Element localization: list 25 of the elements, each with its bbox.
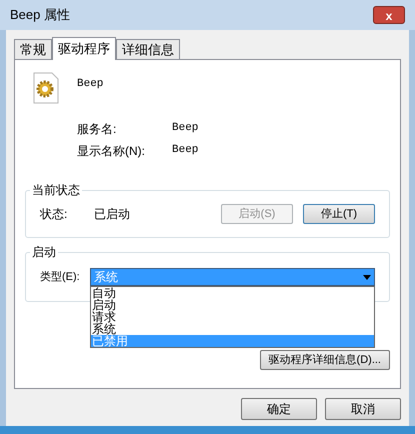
field-value: Beep	[172, 143, 198, 158]
close-button[interactable]: x	[373, 6, 405, 24]
window-title: Beep 属性	[10, 6, 70, 24]
field-label: 服务名:	[77, 121, 118, 138]
tab[interactable]: 详细信息	[116, 39, 180, 59]
tab[interactable]: 常规	[14, 39, 52, 59]
field-label: 显示名称(N):	[77, 143, 146, 160]
dropdown-option[interactable]: 系统	[91, 323, 374, 335]
group-title: 当前状态	[30, 181, 82, 199]
field-value: Beep	[172, 121, 198, 136]
status-label: 状态:	[40, 206, 68, 223]
service-button[interactable]: 停止(T)	[303, 204, 375, 224]
dropdown-option[interactable]: 请求	[91, 311, 374, 323]
group-title: 启动	[30, 243, 58, 261]
dropdown-arrow-icon	[363, 274, 371, 280]
status-value: 已启动	[94, 206, 131, 223]
service-name: Beep	[77, 77, 104, 92]
dropdown-option[interactable]: 启动	[91, 299, 374, 311]
type-label: 类型(E):	[40, 270, 81, 285]
tab[interactable]: 驱动程序	[52, 37, 116, 60]
dropdown-option[interactable]: 自动	[91, 287, 374, 299]
dialog-button[interactable]: 取消	[325, 398, 401, 420]
dialog-button[interactable]: 确定	[241, 398, 317, 420]
gear-file-icon	[33, 72, 59, 104]
driver-details-button[interactable]: 驱动程序详细信息(D)...	[260, 350, 390, 370]
